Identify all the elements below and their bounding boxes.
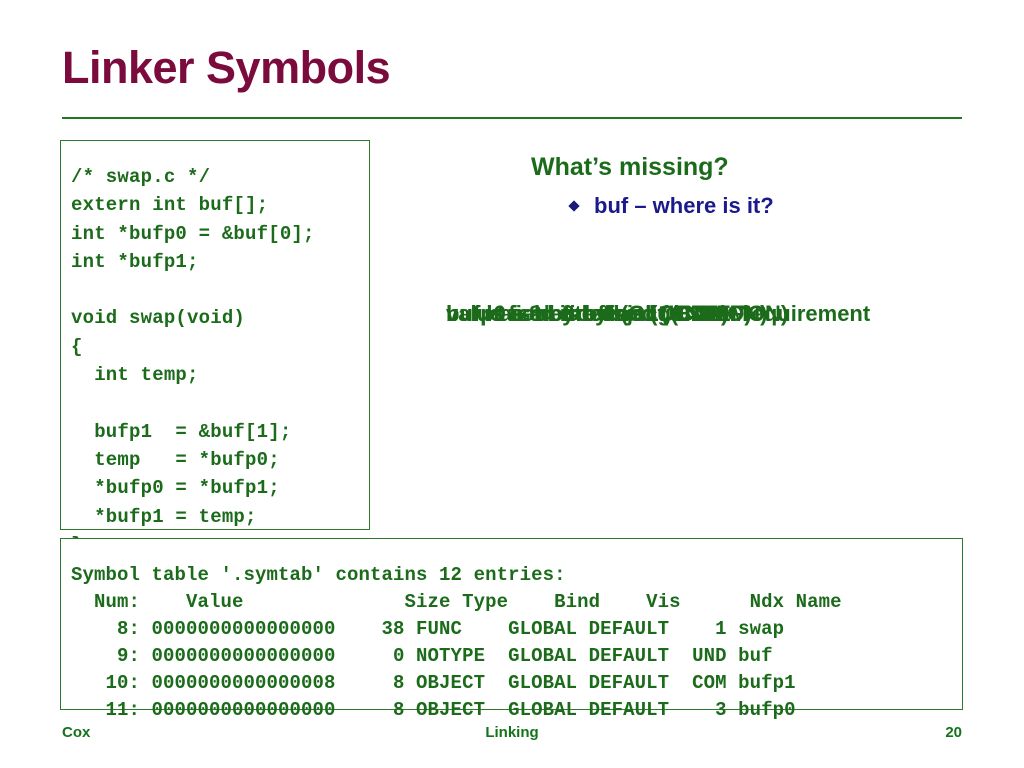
whats-missing-heading: What’s missing? (531, 153, 729, 181)
symbol-table-listing: Symbol table '.symtab' contains 12 entri… (71, 564, 842, 721)
diamond-bullet-icon (568, 200, 580, 212)
bullet-item-label: buf – where is it? (594, 193, 774, 218)
symbol-table-panel: Symbol table '.symtab' contains 12 entri… (60, 538, 963, 721)
title-divider (62, 117, 962, 119)
slide-footer: Cox Linking 20 (62, 724, 962, 741)
overlapping-annotation-stack: buf is a 8-byte object (COMMON) bufp0 is… (446, 296, 1021, 368)
footer-author: Cox (62, 724, 91, 741)
slide-canvas: Linker Symbols /* swap.c */ extern int b… (0, 0, 1024, 768)
footer-page-number: 20 (945, 724, 962, 741)
bullet-item-buf: buf – where is it? (568, 193, 774, 219)
page-title: Linker Symbols (62, 42, 391, 93)
footer-topic: Linking (485, 724, 539, 741)
swap-c-source: /* swap.c */ extern int buf[]; int *bufp… (71, 166, 315, 556)
overlay-note-5: value field is offset (COMMON) (446, 301, 768, 326)
source-code-panel: /* swap.c */ extern int buf[]; int *bufp… (60, 140, 370, 556)
